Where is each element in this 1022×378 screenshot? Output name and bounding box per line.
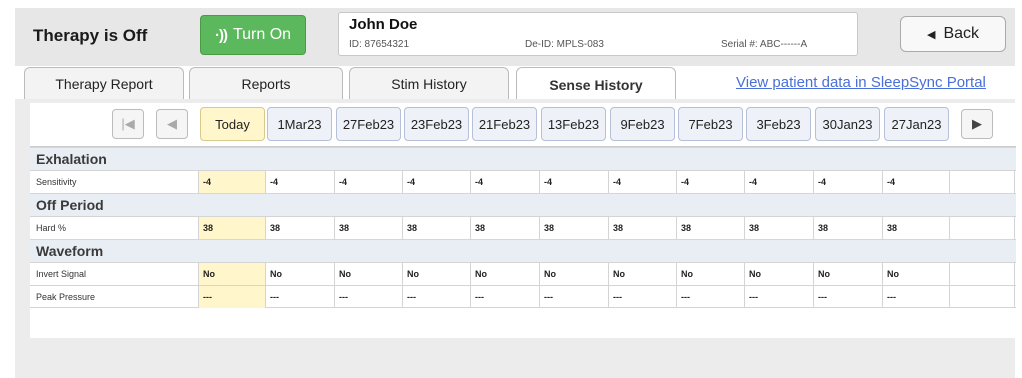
signal-waves-icon: ·)): [214, 26, 228, 44]
date-button[interactable]: 30Jan23: [815, 107, 880, 141]
table-cell: ---: [402, 286, 470, 308]
table-cell: -4: [198, 171, 265, 193]
row-label: Sensitivity: [36, 177, 77, 187]
table-cell: 38: [744, 217, 813, 239]
table-cell: No: [539, 263, 608, 285]
table-cell-empty: [949, 217, 1015, 239]
tab-label: Therapy Report: [55, 76, 153, 92]
table-cell: ---: [813, 286, 882, 308]
date-button[interactable]: 9Feb23: [610, 107, 675, 141]
date-bar: |◀ ◀ ▶ Today 1Mar23 27Feb23 23Feb23 21Feb23 1…: [30, 103, 1016, 147]
table-cell-empty: [949, 263, 1015, 285]
tab-reports[interactable]: Reports: [189, 67, 343, 100]
table-cell: No: [402, 263, 470, 285]
tab-label: Reports: [241, 76, 291, 92]
turn-on-button[interactable]: ·)) Turn On: [200, 15, 306, 55]
date-button[interactable]: 13Feb23: [541, 107, 606, 141]
turn-on-label: Turn On: [232, 26, 292, 43]
table-cell: 38: [402, 217, 470, 239]
table-cell: ---: [265, 286, 334, 308]
table-cell: No: [265, 263, 334, 285]
next-arrow-icon[interactable]: ▶: [961, 109, 993, 139]
tab-label: Stim History: [391, 76, 467, 92]
sense-history-table: |◀ ◀ ▶ Today 1Mar23 27Feb23 23Feb23 21Feb23 1…: [30, 103, 1016, 338]
date-button[interactable]: 27Jan23: [884, 107, 949, 141]
table-cell: No: [470, 263, 539, 285]
table-cell: -4: [539, 171, 608, 193]
table-cell: -4: [744, 171, 813, 193]
patient-deid: De-ID: MPLS-083: [525, 39, 604, 50]
back-button[interactable]: ◀ Back: [900, 16, 1006, 52]
table-cell: No: [676, 263, 744, 285]
tab-stim-history[interactable]: Stim History: [349, 67, 509, 100]
date-button-today[interactable]: Today: [200, 107, 265, 141]
table-row: Invert Signal No No No No No No No No No No No: [30, 262, 1016, 285]
table-cell: -4: [470, 171, 539, 193]
patient-serial: Serial #: ABC------A: [721, 39, 808, 50]
table-cell: ---: [539, 286, 608, 308]
table-cell: 38: [813, 217, 882, 239]
left-triangle-icon: ◀: [926, 28, 936, 41]
table-cell: ---: [676, 286, 744, 308]
table-cell: No: [882, 263, 949, 285]
table-cell: ---: [470, 286, 539, 308]
table-cell: 38: [334, 217, 402, 239]
section-header: Exhalation: [30, 147, 1016, 170]
table-cell: ---: [744, 286, 813, 308]
table-cell: -4: [813, 171, 882, 193]
therapy-status-title: Therapy is Off: [33, 26, 148, 45]
table-cell: 38: [265, 217, 334, 239]
tab-therapy-report[interactable]: Therapy Report: [24, 67, 184, 100]
table-cell: -4: [608, 171, 676, 193]
tab-label: Sense History: [549, 76, 643, 93]
table-cell: -4: [334, 171, 402, 193]
table-cell: 38: [608, 217, 676, 239]
table-cell: -4: [402, 171, 470, 193]
table-cell-empty: [949, 171, 1015, 193]
table-cell: 38: [539, 217, 608, 239]
date-button[interactable]: 23Feb23: [404, 107, 469, 141]
table-cell: -4: [882, 171, 949, 193]
table-cell: ---: [608, 286, 676, 308]
table-cell: 38: [470, 217, 539, 239]
date-button[interactable]: 1Mar23: [267, 107, 332, 141]
table-cell: 38: [676, 217, 744, 239]
table-cell: No: [813, 263, 882, 285]
table-cell: No: [744, 263, 813, 285]
table-cell: 38: [882, 217, 949, 239]
skip-first-icon[interactable]: |◀: [112, 109, 144, 139]
date-button[interactable]: 21Feb23: [472, 107, 537, 141]
table-cell: No: [608, 263, 676, 285]
date-button[interactable]: 27Feb23: [336, 107, 401, 141]
table-cell: 38: [198, 217, 265, 239]
table-cell: ---: [334, 286, 402, 308]
row-label: Peak Pressure: [36, 292, 96, 302]
tab-sense-history[interactable]: Sense History: [516, 67, 676, 101]
table-cell: ---: [198, 286, 265, 308]
table-row: Sensitivity -4 -4 -4 -4 -4 -4 -4 -4 -4 -4 -4: [30, 170, 1016, 193]
table-cell: ---: [882, 286, 949, 308]
patient-name: John Doe: [349, 16, 418, 33]
table-cell-empty: [949, 286, 1015, 308]
table-row: Hard % 38 38 38 38 38 38 38 38 38 38 38: [30, 216, 1016, 239]
section-header: Off Period: [30, 193, 1016, 216]
patient-info-box: John Doe ID: 87654321 De-ID: MPLS-083 Se…: [338, 12, 858, 56]
sleepsync-portal-link[interactable]: View patient data in SleepSync Portal: [736, 74, 986, 91]
table-cell: -4: [265, 171, 334, 193]
row-label: Hard %: [36, 223, 67, 233]
section-header: Waveform: [30, 239, 1016, 262]
date-button[interactable]: 3Feb23: [746, 107, 811, 141]
table-cell: No: [334, 263, 402, 285]
top-bar: Therapy is Off ·)) Turn On John Doe ID: …: [15, 8, 1015, 66]
date-button[interactable]: 7Feb23: [678, 107, 743, 141]
patient-id: ID: 87654321: [349, 39, 410, 50]
table-cell: No: [198, 263, 265, 285]
back-label: Back: [943, 25, 980, 42]
row-label: Invert Signal: [36, 269, 87, 279]
table-row: Peak Pressure --- --- --- --- --- --- --- --- ---…: [30, 285, 1016, 308]
prev-arrow-icon[interactable]: ◀: [156, 109, 188, 139]
table-cell: -4: [676, 171, 744, 193]
